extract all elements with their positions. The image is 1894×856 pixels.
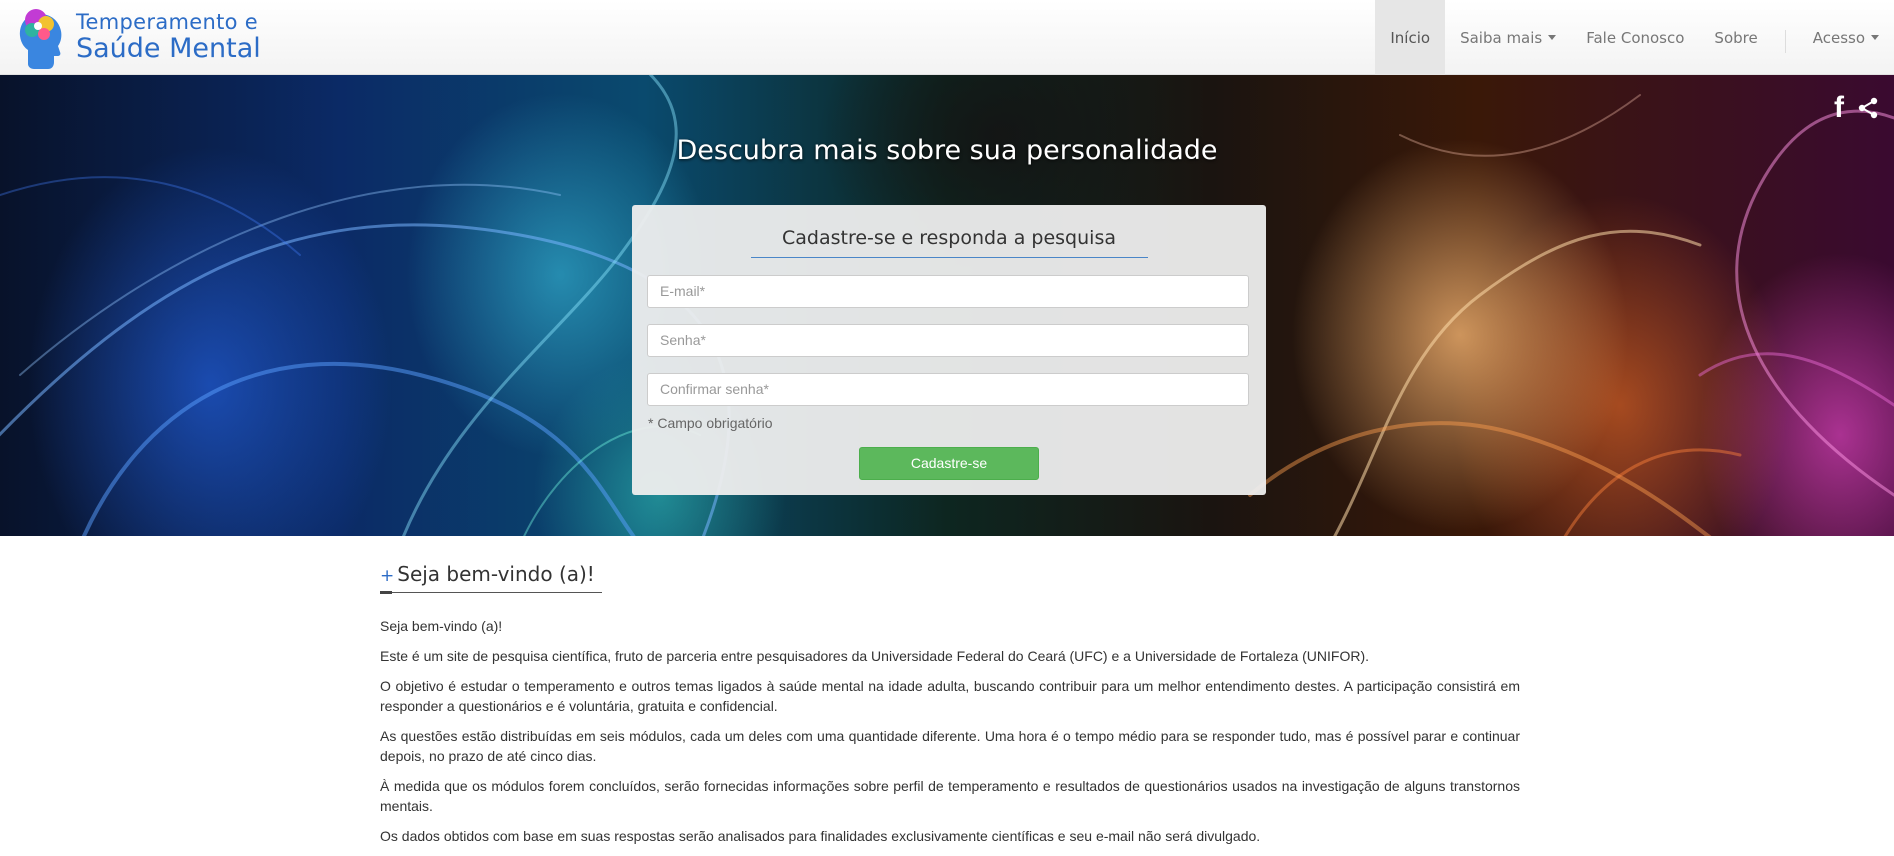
caret-down-icon [1871, 35, 1879, 40]
nav-item-acesso[interactable]: Acesso [1798, 0, 1894, 75]
nav-item-label: Fale Conosco [1586, 28, 1685, 47]
nav-item-label: Início [1390, 28, 1431, 47]
nav-item-label: Acesso [1812, 28, 1865, 47]
welcome-paragraph: Este é um site de pesquisa científica, f… [380, 648, 1370, 664]
signup-title: Cadastre-se e responda a pesquisa [782, 227, 1116, 249]
nav-item-label: Saiba mais [1460, 28, 1543, 47]
section-heading: + Seja bem-vindo (a)! [380, 562, 1520, 586]
nav-item-saiba-mais[interactable]: Saiba mais [1445, 0, 1571, 75]
plus-icon: + [380, 566, 395, 586]
brand-title-line2: Saúde Mental [76, 33, 261, 64]
welcome-paragraph: À medida que os módulos forem concluídos… [380, 778, 1520, 814]
confirm-password-field[interactable]: Confirmar senha* [647, 373, 1249, 406]
brand-title-line1: Temperamento e [76, 10, 258, 34]
signup-form: Cadastre-se e responda a pesquisa E-mail… [632, 205, 1266, 495]
caret-down-icon [1548, 35, 1557, 40]
signup-title-underline [751, 257, 1148, 258]
welcome-paragraph: As questões estão distribuídas em seis m… [380, 728, 1520, 764]
required-field-note: * Campo obrigatório [648, 415, 773, 431]
share-icon[interactable] [1858, 97, 1878, 119]
welcome-section: + Seja bem-vindo (a)! Seja bem-vindo (a)!… [380, 562, 1520, 856]
password-field[interactable]: Senha* [647, 324, 1249, 357]
nav-divider [1784, 30, 1786, 53]
brand-link[interactable]: Temperamento e Saúde Mental [16, 4, 261, 70]
nav-item-sobre[interactable]: Sobre [1699, 0, 1772, 75]
section-heading-rule [380, 591, 602, 594]
nav-item-inicio[interactable]: Início [1375, 0, 1446, 75]
nav-item-fale-conosco[interactable]: Fale Conosco [1571, 0, 1699, 75]
signup-button[interactable]: Cadastre-se [859, 447, 1039, 480]
section-heading-text: Seja bem-vindo (a)! [397, 562, 595, 586]
email-field[interactable]: E-mail* [647, 275, 1249, 308]
hero-banner: Descubra mais sobre sua personalidade f … [0, 75, 1894, 536]
hero-title: Descubra mais sobre sua personalidade [676, 135, 1218, 166]
welcome-paragraph: Os dados obtidos com base em suas respos… [380, 828, 1261, 844]
social-links: f [1834, 93, 1878, 123]
navbar: Temperamento e Saúde Mental Início Saiba… [0, 0, 1894, 75]
facebook-icon[interactable]: f [1834, 93, 1844, 123]
head-logo-icon [19, 9, 62, 69]
welcome-paragraph: O objetivo é estudar o temperamento e ou… [380, 678, 1520, 714]
main-nav: Início Saiba mais Fale Conosco Sobre Ace… [1375, 0, 1894, 75]
welcome-paragraph: Seja bem-vindo (a)! [380, 618, 503, 634]
nav-item-label: Sobre [1714, 28, 1758, 47]
